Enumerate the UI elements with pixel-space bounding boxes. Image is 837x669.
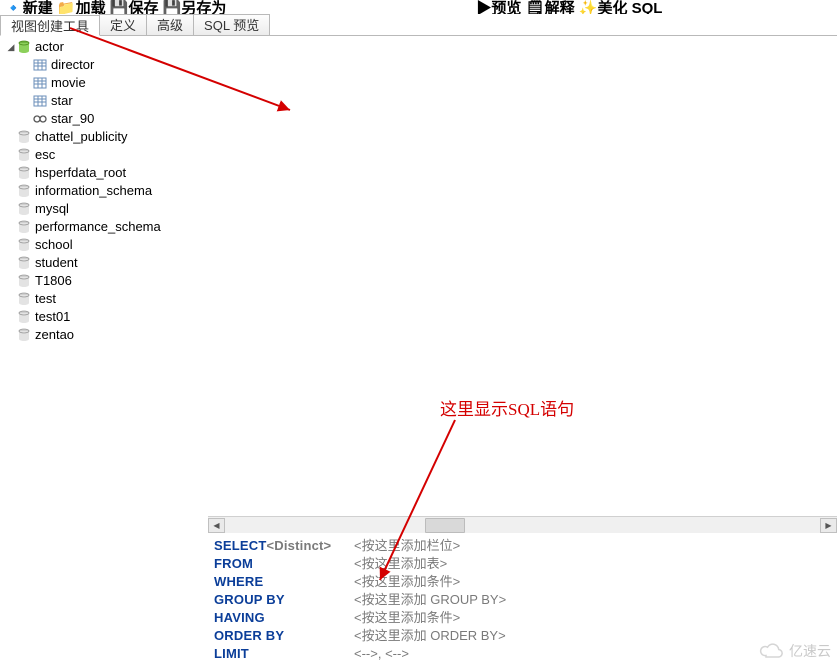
- tab-advanced[interactable]: 高级: [146, 14, 194, 35]
- sql-keyword: SELECT<Distinct>: [214, 537, 354, 555]
- sql-placeholder[interactable]: <按这里添加条件>: [354, 573, 460, 591]
- sql-keyword: LIMIT: [214, 645, 354, 663]
- workspace: ◢ actor director movie star star_90 chat…: [0, 36, 837, 669]
- expand-icon[interactable]: ◢: [6, 38, 16, 56]
- tree-label: star_90: [49, 110, 94, 128]
- database-icon: [16, 256, 31, 270]
- tree-table-movie[interactable]: movie: [22, 74, 208, 92]
- tree-label: director: [49, 56, 94, 74]
- tree-db-hsperfdata[interactable]: hsperfdata_root: [6, 164, 208, 182]
- tree-label: hsperfdata_root: [33, 164, 126, 182]
- cloud-icon: [757, 641, 787, 661]
- tree-db-chattel[interactable]: chattel_publicity: [6, 128, 208, 146]
- tree-db-mysql[interactable]: mysql: [6, 200, 208, 218]
- table-icon: [32, 94, 47, 108]
- tree-db-t1806[interactable]: T1806: [6, 272, 208, 290]
- database-icon: [16, 166, 31, 180]
- watermark-text: 亿速云: [789, 641, 831, 661]
- tree-label: T1806: [33, 272, 72, 290]
- database-icon: [16, 220, 31, 234]
- tree-db-esc[interactable]: esc: [6, 146, 208, 164]
- object-tree: ◢ actor director movie star star_90 chat…: [4, 38, 208, 344]
- database-icon: [16, 40, 31, 54]
- tree-db-school[interactable]: school: [6, 236, 208, 254]
- object-tree-panel: ◢ actor director movie star star_90 chat…: [0, 36, 208, 669]
- tree-db-actor[interactable]: ◢ actor director movie star star_90: [6, 38, 208, 128]
- sql-placeholder[interactable]: <按这里添加表>: [354, 555, 447, 573]
- tree-label: chattel_publicity: [33, 128, 128, 146]
- tree-label: movie: [49, 74, 86, 92]
- sql-keyword: ORDER BY: [214, 627, 354, 645]
- main-area: ◀ ▶ SELECT<Distinct> <按这里添加栏位> FROM<按这里添…: [208, 36, 837, 669]
- tree-label: test: [33, 290, 56, 308]
- tab-strip: 视图创建工具 定义 高级 SQL 预览: [0, 14, 837, 36]
- tree-label: actor: [33, 38, 64, 56]
- scroll-track[interactable]: [225, 518, 820, 533]
- tree-label: test01: [33, 308, 70, 326]
- database-icon: [16, 310, 31, 324]
- database-icon: [16, 184, 31, 198]
- tree-label: school: [33, 236, 73, 254]
- tree-label: zentao: [33, 326, 74, 344]
- scroll-left-icon[interactable]: ◀: [208, 518, 225, 533]
- sql-row-having[interactable]: HAVING<按这里添加条件>: [214, 609, 831, 627]
- sql-row-groupby[interactable]: GROUP BY<按这里添加 GROUP BY>: [214, 591, 831, 609]
- database-icon: [16, 292, 31, 306]
- database-icon: [16, 130, 31, 144]
- sql-keyword: FROM: [214, 555, 354, 573]
- tree-view-star90[interactable]: star_90: [22, 110, 208, 128]
- tree-db-student[interactable]: student: [6, 254, 208, 272]
- sql-keyword: WHERE: [214, 573, 354, 591]
- sql-row-select[interactable]: SELECT<Distinct> <按这里添加栏位>: [214, 537, 831, 555]
- table-icon: [32, 58, 47, 72]
- sql-keyword: HAVING: [214, 609, 354, 627]
- toolbar-right: ▶预览 🗒解释 ✨美化 SQL: [476, 0, 662, 14]
- sql-row-limit[interactable]: LIMIT<-->, <-->: [214, 645, 831, 663]
- sql-row-orderby[interactable]: ORDER BY<按这里添加 ORDER BY>: [214, 627, 831, 645]
- sql-row-from[interactable]: FROM<按这里添加表>: [214, 555, 831, 573]
- tree-label: student: [33, 254, 78, 272]
- sql-placeholder[interactable]: <按这里添加 ORDER BY>: [354, 627, 506, 645]
- sql-builder-grid: SELECT<Distinct> <按这里添加栏位> FROM<按这里添加表> …: [208, 533, 837, 669]
- tree-db-infoschema[interactable]: information_schema: [6, 182, 208, 200]
- tree-db-zentao[interactable]: zentao: [6, 326, 208, 344]
- main-toolbar: 🔹新建 📁加载 💾保存 💾另存为 ▶预览 🗒解释 ✨美化 SQL: [0, 0, 837, 14]
- tree-label: information_schema: [33, 182, 152, 200]
- tab-definition[interactable]: 定义: [99, 14, 147, 35]
- sql-row-where[interactable]: WHERE<按这里添加条件>: [214, 573, 831, 591]
- view-icon: [32, 112, 47, 126]
- scroll-right-icon[interactable]: ▶: [820, 518, 837, 533]
- sql-keyword: GROUP BY: [214, 591, 354, 609]
- tree-label: performance_schema: [33, 218, 161, 236]
- database-icon: [16, 274, 31, 288]
- scroll-thumb[interactable]: [425, 518, 465, 533]
- horizontal-scrollbar[interactable]: ◀ ▶: [208, 516, 837, 533]
- tree-table-star[interactable]: star: [22, 92, 208, 110]
- toolbar-left: 🔹新建 📁加载 💾保存 💾另存为: [4, 0, 226, 14]
- sql-placeholder[interactable]: <-->, <-->: [354, 645, 409, 663]
- database-icon: [16, 202, 31, 216]
- tab-view-builder[interactable]: 视图创建工具: [0, 15, 100, 36]
- tree-label: mysql: [33, 200, 69, 218]
- sql-distinct-toggle[interactable]: <Distinct>: [266, 538, 331, 553]
- tree-label: esc: [33, 146, 55, 164]
- sql-placeholder[interactable]: <按这里添加条件>: [354, 609, 460, 627]
- sql-placeholder[interactable]: <按这里添加栏位>: [354, 537, 460, 555]
- database-icon: [16, 238, 31, 252]
- sql-placeholder[interactable]: <按这里添加 GROUP BY>: [354, 591, 506, 609]
- watermark: 亿速云: [757, 641, 831, 661]
- tree-db-test01[interactable]: test01: [6, 308, 208, 326]
- table-icon: [32, 76, 47, 90]
- tree-label: star: [49, 92, 73, 110]
- database-icon: [16, 328, 31, 342]
- tree-table-director[interactable]: director: [22, 56, 208, 74]
- design-canvas[interactable]: [208, 36, 837, 516]
- tree-db-perfschema[interactable]: performance_schema: [6, 218, 208, 236]
- tab-sql-preview[interactable]: SQL 预览: [193, 14, 270, 35]
- database-icon: [16, 148, 31, 162]
- tree-db-test[interactable]: test: [6, 290, 208, 308]
